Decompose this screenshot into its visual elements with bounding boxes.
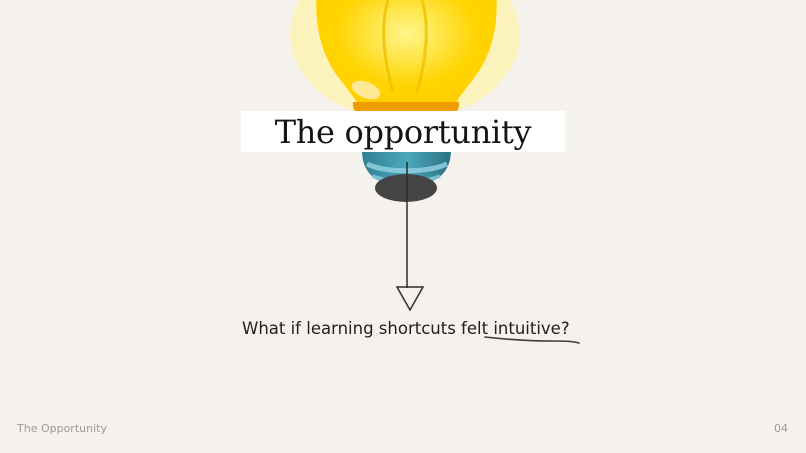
down-arrow-icon xyxy=(395,162,425,312)
footer-label: The Opportunity xyxy=(17,422,107,435)
title-box: The opportunity xyxy=(241,111,565,152)
question-prefix: What if learning shortcuts felt xyxy=(242,319,489,338)
page-number: 04 xyxy=(774,422,788,435)
handwritten-underline-icon xyxy=(484,336,580,344)
page-title: The opportunity xyxy=(274,112,532,151)
slide: The opportunity What if learning shortcu… xyxy=(0,0,806,453)
